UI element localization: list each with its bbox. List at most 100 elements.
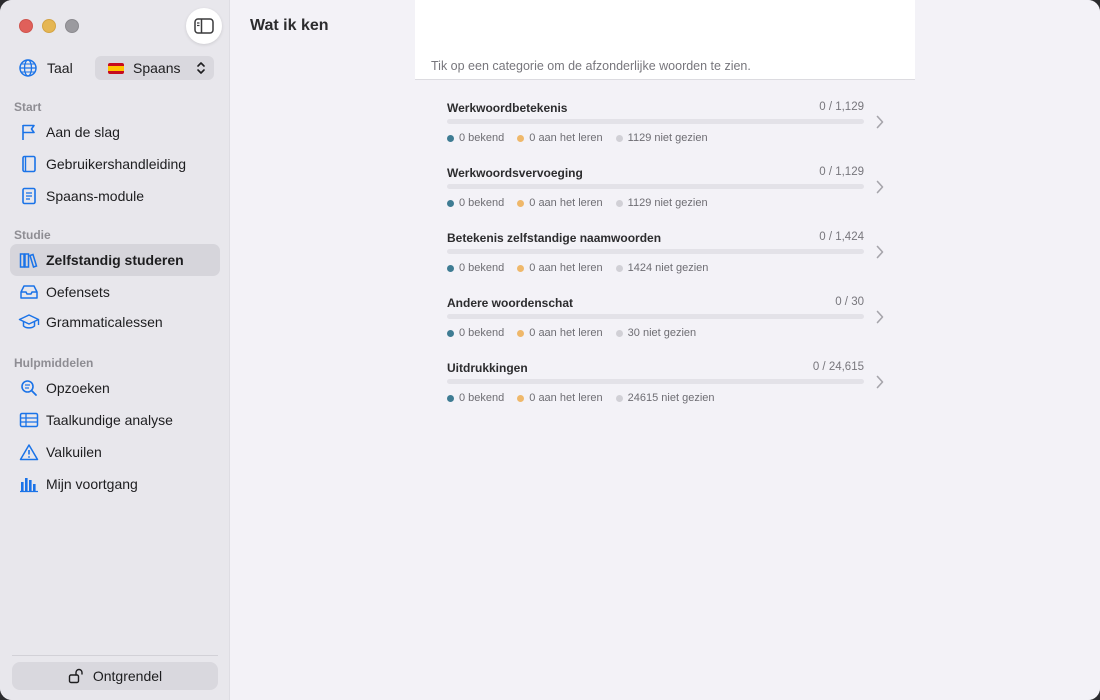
learning-dot-icon <box>517 264 525 272</box>
unseen-dot-icon <box>615 329 623 337</box>
unlock-icon <box>68 668 84 684</box>
category-row[interactable]: Werkwoordbetekenis 0 / 1,129 0 bekend 0 … <box>447 100 884 165</box>
category-progress-bar <box>447 314 864 319</box>
close-window-button[interactable] <box>19 19 33 33</box>
sidebar-item-label: Zelfstandig studeren <box>46 252 184 268</box>
table-icon <box>18 409 40 431</box>
category-progress-bar <box>447 184 864 189</box>
spain-flag-icon <box>108 62 124 74</box>
category-row[interactable]: Uitdrukkingen 0 / 24,615 0 bekend 0 aan … <box>447 360 884 425</box>
sidebar-item-grammaticalessen[interactable]: Grammaticalessen <box>10 306 220 338</box>
magnifier-icon <box>18 377 40 399</box>
chevron-right-icon <box>876 245 884 259</box>
globe-icon <box>19 59 37 77</box>
category-count: 0 / 1,424 <box>819 231 864 243</box>
category-count: 0 / 1,129 <box>819 101 864 113</box>
known-dot-icon <box>447 134 454 142</box>
sidebar-item-gebruikershandleiding[interactable]: Gebruikershandleiding <box>10 148 220 180</box>
category-list: Werkwoordbetekenis 0 / 1,129 0 bekend 0 … <box>447 100 884 425</box>
app-window: Taal Spaans Start Aan de slag Gebruikers… <box>0 0 1100 700</box>
minimize-window-button[interactable] <box>42 19 56 33</box>
chevron-right-icon <box>876 310 884 324</box>
learning-dot-icon <box>517 199 525 207</box>
zoom-window-button[interactable] <box>65 19 79 33</box>
bar-chart-icon <box>18 473 40 495</box>
learning-dot-icon <box>517 394 525 402</box>
sidebar-toggle-icon <box>194 18 214 34</box>
unseen-dot-icon <box>615 199 623 207</box>
category-legend: 0 bekend 0 aan het leren 24615 niet gezi… <box>447 392 728 404</box>
category-name: Betekenis zelfstandige naamwoorden <box>447 231 662 245</box>
category-legend: 0 bekend 0 aan het leren 1129 niet gezie… <box>447 197 721 209</box>
unseen-count: 1129 niet gezien <box>627 132 708 144</box>
sidebar-item-mijn-voortgang[interactable]: Mijn voortgang <box>10 468 220 500</box>
category-count: 0 / 1,129 <box>819 166 864 178</box>
chevron-right-icon <box>876 180 884 194</box>
sidebar-item-label: Grammaticalessen <box>46 314 163 330</box>
section-heading-studie: Studie <box>14 228 51 242</box>
unlock-label: Ontgrendel <box>92 668 163 684</box>
category-progress-bar <box>447 379 864 384</box>
category-name: Andere woordenschat <box>447 296 574 310</box>
sidebar-item-opzoeken[interactable]: Opzoeken <box>10 372 220 404</box>
category-row[interactable]: Andere woordenschat 0 / 30 0 bekend 0 aa… <box>447 295 884 360</box>
chevron-right-icon <box>876 375 884 389</box>
category-name: Uitdrukkingen <box>447 361 528 375</box>
category-legend: 0 bekend 0 aan het leren 30 niet gezien <box>447 327 709 339</box>
sidebar-item-taalkundige-analyse[interactable]: Taalkundige analyse <box>10 404 220 436</box>
book-icon <box>18 153 40 175</box>
window-controls <box>19 19 79 33</box>
category-legend: 0 bekend 0 aan het leren 1129 niet gezie… <box>447 132 721 144</box>
sidebar-item-label: Aan de slag <box>46 124 120 140</box>
known-count: 0 bekend <box>459 327 505 339</box>
sidebar-item-label: Taalkundige analyse <box>46 412 173 428</box>
sidebar-item-aan-de-slag[interactable]: Aan de slag <box>10 116 220 148</box>
known-count: 0 bekend <box>459 132 505 144</box>
sidebar-item-zelfstandig-studeren[interactable]: Zelfstandig studeren <box>10 244 220 276</box>
chevron-right-icon <box>876 115 884 129</box>
language-select-value: Spaans <box>133 60 181 76</box>
books-icon <box>18 249 40 271</box>
sidebar-divider <box>12 655 218 656</box>
known-dot-icon <box>447 264 454 272</box>
sidebar-item-label: Spaans-module <box>46 188 145 204</box>
known-count: 0 bekend <box>459 392 505 404</box>
page-title: Wat ik ken <box>250 17 329 34</box>
known-count: 0 bekend <box>459 262 505 274</box>
tray-icon <box>18 281 40 303</box>
section-heading-hulpmiddelen: Hulpmiddelen <box>14 356 94 370</box>
graduation-cap-icon <box>18 311 40 333</box>
unseen-dot-icon <box>615 134 623 142</box>
known-dot-icon <box>447 394 454 402</box>
chevron-up-down-icon <box>197 62 205 74</box>
language-select[interactable]: Spaans <box>95 56 214 80</box>
learning-count: 0 aan het leren <box>529 132 603 144</box>
header-card: Tik op een categorie om de afzonderlijke… <box>415 0 915 80</box>
category-legend: 0 bekend 0 aan het leren 1424 niet gezie… <box>447 262 721 274</box>
sidebar-item-label: Valkuilen <box>46 444 102 460</box>
language-row: Taal Spaans <box>18 56 214 80</box>
unlock-button[interactable]: Ontgrendel <box>12 662 218 690</box>
sidebar-item-label: Gebruikershandleiding <box>46 156 187 172</box>
section-heading-start: Start <box>14 100 42 114</box>
known-dot-icon <box>447 329 454 337</box>
flag-icon <box>18 121 40 143</box>
category-row[interactable]: Betekenis zelfstandige naamwoorden 0 / 1… <box>447 230 884 295</box>
sidebar-item-label: Mijn voortgang <box>46 476 138 492</box>
hint-text: Tik op een categorie om de afzonderlijke… <box>431 59 751 73</box>
category-name: Werkwoordbetekenis <box>447 101 568 115</box>
unseen-count: 24615 niet gezien <box>627 392 715 404</box>
unseen-dot-icon <box>615 264 623 272</box>
unseen-count: 1129 niet gezien <box>627 197 708 209</box>
sidebar-item-spaans-module[interactable]: Spaans-module <box>10 180 220 212</box>
toggle-sidebar-button[interactable] <box>186 8 222 44</box>
sidebar-item-valkuilen[interactable]: Valkuilen <box>10 436 220 468</box>
sidebar-item-oefensets[interactable]: Oefensets <box>10 276 220 308</box>
language-label: Taal <box>47 60 73 76</box>
learning-dot-icon <box>517 329 525 337</box>
unseen-count: 1424 niet gezien <box>627 262 709 274</box>
category-progress-bar <box>447 249 864 254</box>
learning-count: 0 aan het leren <box>529 392 603 404</box>
category-row[interactable]: Werkwoordsvervoeging 0 / 1,129 0 bekend … <box>447 165 884 230</box>
learning-count: 0 aan het leren <box>529 262 603 274</box>
